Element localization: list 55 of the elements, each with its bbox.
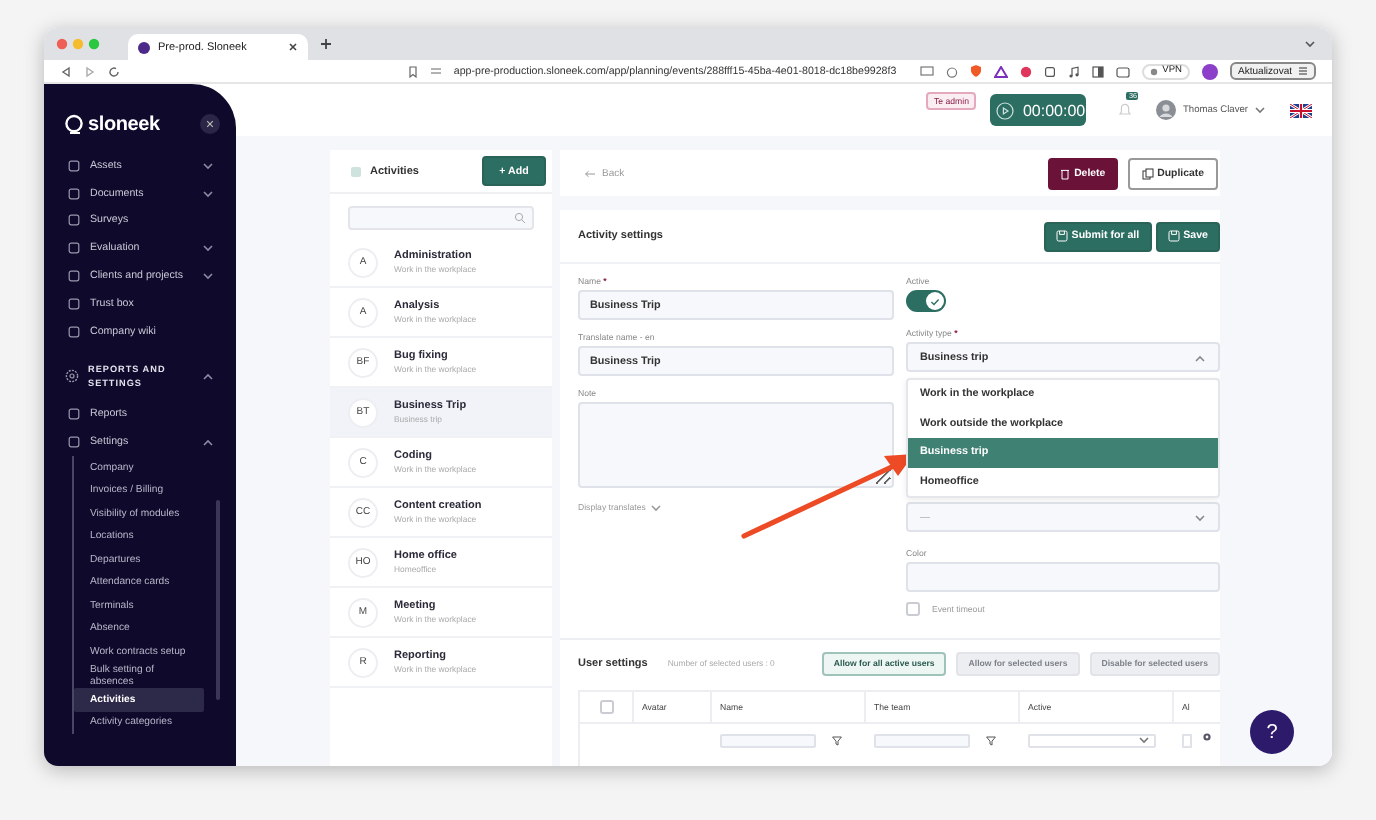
floppy-icon <box>1055 230 1068 242</box>
arrow-left-icon <box>584 169 596 177</box>
chevron-down-icon <box>1194 513 1206 521</box>
site-settings-icon <box>429 66 442 76</box>
search-field[interactable] <box>348 206 534 230</box>
note-field[interactable] <box>578 402 894 488</box>
filter-field[interactable] <box>1182 733 1192 747</box>
chevron-down-icon <box>649 503 662 511</box>
shield-icon <box>970 64 983 78</box>
funnel-icon[interactable] <box>986 735 996 745</box>
filter-field[interactable] <box>874 733 970 747</box>
chevron-down-icon <box>1304 40 1316 48</box>
site-icon <box>138 41 150 53</box>
square-icon <box>68 159 80 172</box>
plus-icon[interactable] <box>320 38 332 50</box>
filter-field[interactable] <box>720 733 816 747</box>
trash-icon <box>1060 167 1071 179</box>
avatar-icon <box>1156 100 1177 120</box>
help-button[interactable]: ? <box>1250 710 1294 754</box>
chevron-down-icon <box>1138 736 1150 744</box>
checkbox[interactable] <box>599 700 613 714</box>
search-icon <box>514 212 526 224</box>
checkbox[interactable] <box>906 602 920 616</box>
active-switch[interactable] <box>906 290 946 312</box>
bookmark-icon[interactable] <box>407 65 418 77</box>
chevron-down-icon <box>1254 106 1266 114</box>
triangle-icon <box>994 65 1009 77</box>
dot-icon <box>1150 67 1159 75</box>
check-icon <box>930 297 940 305</box>
floppy-icon <box>1167 230 1180 242</box>
funnel-icon[interactable] <box>832 735 842 745</box>
sidebar-icon[interactable] <box>1092 65 1105 77</box>
back-icon[interactable] <box>60 65 72 77</box>
play-icon <box>996 101 1015 119</box>
square-icon <box>68 187 80 200</box>
menu-icon <box>1298 66 1308 76</box>
copy-icon <box>1141 167 1154 179</box>
square-icon <box>68 214 80 227</box>
square-icon <box>68 242 80 255</box>
square-icon <box>68 325 80 338</box>
logo-text: sloneek <box>88 113 160 135</box>
close-icon[interactable] <box>200 114 220 134</box>
square-icon <box>68 297 80 310</box>
profile-icon[interactable] <box>1202 63 1219 79</box>
music-note-icon[interactable] <box>1068 65 1081 77</box>
timer-button[interactable]: 00:00:00 <box>990 94 1087 126</box>
flag-icon[interactable] <box>1290 103 1312 117</box>
reload-icon[interactable] <box>108 65 120 77</box>
close-icon <box>288 42 298 52</box>
square-icon <box>68 436 80 449</box>
chevron-up-icon <box>1194 353 1206 361</box>
square-icon <box>68 408 80 421</box>
square-icon <box>68 270 80 283</box>
logo-icon <box>64 114 84 134</box>
color-field[interactable] <box>906 562 1220 592</box>
